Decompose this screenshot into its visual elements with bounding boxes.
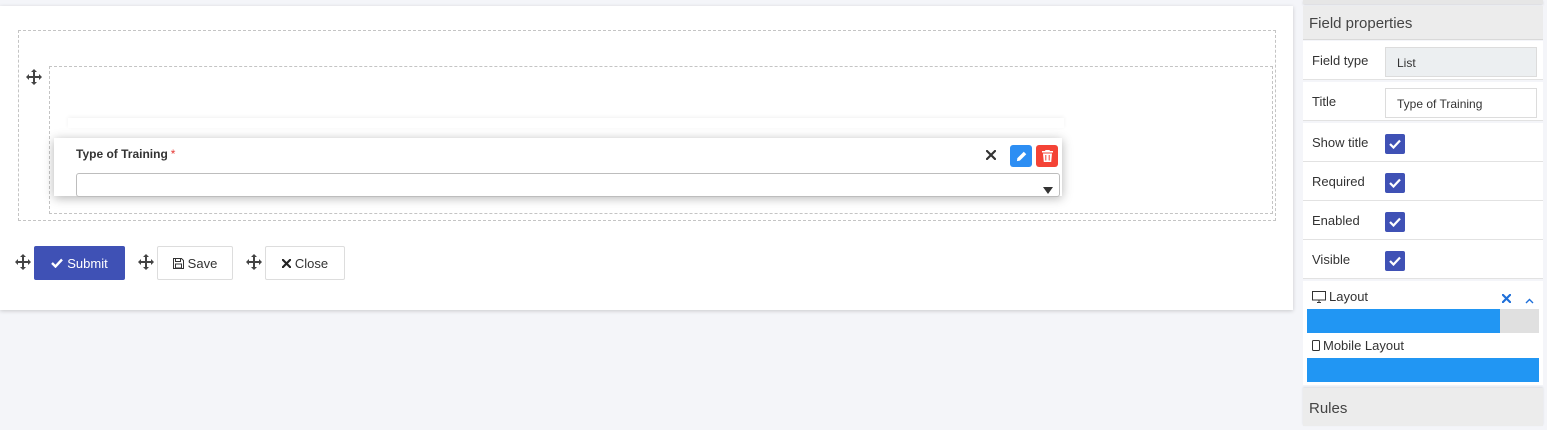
check-icon [1389,178,1401,188]
prop-row-enabled: Enabled [1303,201,1543,240]
clear-layout-icon[interactable] [1501,290,1512,308]
check-icon [1389,217,1401,227]
required-asterisk: * [170,147,176,161]
save-button-label: Save [187,255,218,271]
desktop-icon [1312,290,1326,303]
prop-row-required: Required [1303,162,1543,201]
panel-top-strip [1303,0,1543,4]
delete-field-button[interactable] [1036,145,1058,167]
panel-header[interactable]: Field properties [1303,6,1543,40]
edit-field-button[interactable] [1010,145,1032,167]
drag-handle-icon[interactable] [246,254,262,270]
mobile-layout-width-fill [1307,358,1539,382]
title-input[interactable]: Type of Training [1385,88,1537,118]
mobile-layout-width-slider[interactable] [1307,358,1539,382]
type-of-training-select[interactable] [76,173,1060,197]
submit-button[interactable]: Submit [34,246,125,280]
caret-down-icon [1043,182,1053,194]
layout-section: Layout Mobile Layout [1303,281,1543,385]
drag-handle-icon[interactable] [15,254,31,270]
save-button[interactable]: Save [157,246,233,280]
show-title-checkbox[interactable] [1385,134,1405,154]
submit-button-label: Submit [67,255,108,271]
drop-placeholder [68,118,1064,128]
mobile-layout-title[interactable]: Mobile Layout [1312,338,1404,353]
form-canvas: Type of Training * Submit Save Close [0,6,1293,310]
prop-row-title: Title Type of Training [1303,82,1543,121]
close-button-label: Close [294,255,329,271]
selected-field-card[interactable]: Type of Training * [54,138,1062,197]
check-icon [51,258,64,268]
drag-handle-icon[interactable] [26,69,42,85]
prop-row-show-title: Show title [1303,123,1543,162]
check-icon [1389,139,1401,149]
prop-label: Show title [1312,135,1369,150]
prop-label: Field type [1312,53,1369,68]
layout-width-slider[interactable] [1307,309,1539,333]
prop-label: Enabled [1312,213,1360,228]
visible-checkbox[interactable] [1385,251,1405,271]
close-icon[interactable] [983,147,999,163]
rules-title: Rules [1309,400,1348,417]
required-checkbox[interactable] [1385,173,1405,193]
check-icon [1389,256,1401,266]
trash-icon [1041,150,1053,162]
field-label: Type of Training * [76,147,175,161]
floppy-disk-icon [172,257,184,269]
close-icon [281,258,291,268]
close-button[interactable]: Close [265,246,345,280]
mobile-layout-label: Mobile Layout [1323,338,1404,353]
drag-handle-icon[interactable] [138,254,154,270]
prop-label: Visible [1312,252,1351,267]
panel-title: Field properties [1309,15,1413,32]
prop-label: Required [1312,174,1365,189]
field-label-text: Type of Training [76,147,168,161]
rules-header[interactable]: Rules [1303,388,1543,426]
enabled-checkbox[interactable] [1385,212,1405,232]
pencil-icon [1016,151,1027,162]
layout-title[interactable]: Layout [1312,289,1368,304]
field-type-value: List [1385,47,1537,77]
mobile-icon [1312,340,1320,351]
prop-row-visible: Visible [1303,240,1543,279]
layout-width-fill [1307,309,1500,333]
chevron-up-icon[interactable] [1525,291,1534,309]
prop-row-field-type: Field type List [1303,41,1543,80]
layout-label: Layout [1329,289,1369,304]
field-properties-panel: Field properties Field type List Title T… [1303,0,1543,430]
prop-label: Title [1312,94,1337,109]
